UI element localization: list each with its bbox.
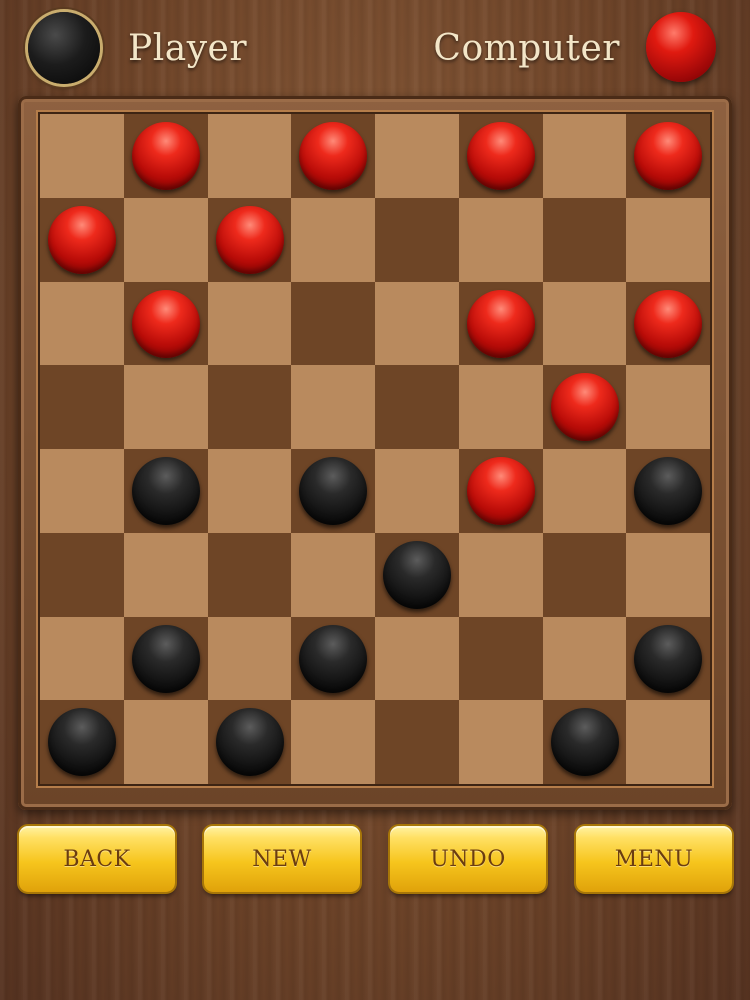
board-square <box>123 532 208 617</box>
board-square[interactable] <box>123 616 208 701</box>
board-square <box>291 365 375 449</box>
board-square <box>291 532 375 617</box>
red-checker-piece <box>131 122 200 190</box>
board-square[interactable] <box>375 365 459 449</box>
board-square[interactable] <box>375 197 459 282</box>
board-square <box>626 532 710 617</box>
player-disc-indicator <box>28 12 100 84</box>
board-square <box>291 700 375 784</box>
checkers-board <box>40 114 710 784</box>
board-square <box>626 197 710 282</box>
board-square <box>207 449 292 533</box>
board-square <box>458 700 543 784</box>
red-checker-piece <box>131 289 200 358</box>
black-checker-piece[interactable] <box>299 624 368 693</box>
black-checker-piece[interactable] <box>634 624 703 693</box>
board-square[interactable] <box>291 281 375 366</box>
board-square <box>207 114 292 198</box>
board-square <box>542 616 627 701</box>
board-square[interactable] <box>291 616 375 701</box>
black-checker-piece[interactable] <box>383 540 451 609</box>
board-square <box>123 700 208 784</box>
board-square <box>40 114 124 198</box>
board-square[interactable] <box>123 281 208 366</box>
board-square[interactable] <box>626 281 710 366</box>
red-checker-piece <box>466 289 535 358</box>
computer-disc-indicator <box>646 12 716 82</box>
black-checker-piece[interactable] <box>131 624 200 693</box>
board-square[interactable] <box>40 365 124 449</box>
board-square <box>542 281 627 366</box>
red-checker-piece <box>466 122 535 190</box>
board-square[interactable] <box>207 532 292 617</box>
board-square[interactable] <box>40 532 124 617</box>
computer-label: Computer <box>433 28 620 69</box>
red-checker-piece <box>48 205 116 274</box>
board-square <box>291 197 375 282</box>
board-square <box>375 616 459 701</box>
board-square[interactable] <box>542 532 627 617</box>
player-label: Player <box>128 28 248 69</box>
board-square[interactable] <box>542 197 627 282</box>
board-frame <box>18 96 732 810</box>
control-bar: BACK NEW UNDO MENU <box>0 826 750 898</box>
board-square <box>207 281 292 366</box>
black-checker-piece[interactable] <box>215 708 284 777</box>
board-square <box>123 365 208 449</box>
player-bar: Player Computer <box>0 0 750 98</box>
back-button[interactable]: BACK <box>19 826 175 892</box>
menu-button[interactable]: MENU <box>576 826 732 892</box>
board-square <box>123 197 208 282</box>
board-square[interactable] <box>542 700 627 784</box>
board-square[interactable] <box>207 365 292 449</box>
board-square[interactable] <box>375 532 459 617</box>
board-square[interactable] <box>375 700 459 784</box>
board-square <box>40 281 124 366</box>
board-square[interactable] <box>291 114 375 198</box>
board-square[interactable] <box>291 449 375 533</box>
red-checker-piece <box>634 122 703 190</box>
red-checker-piece <box>215 205 284 274</box>
black-checker-piece[interactable] <box>48 708 116 777</box>
board-square[interactable] <box>458 616 543 701</box>
red-checker-piece <box>550 373 619 442</box>
board-square[interactable] <box>458 114 543 198</box>
black-checker-piece[interactable] <box>634 457 703 525</box>
undo-button[interactable]: UNDO <box>390 826 546 892</box>
board-square[interactable] <box>123 449 208 533</box>
board-square <box>458 532 543 617</box>
board-square <box>375 449 459 533</box>
board-square[interactable] <box>123 114 208 198</box>
black-checker-piece[interactable] <box>299 457 368 525</box>
board-square[interactable] <box>458 449 543 533</box>
red-checker-piece <box>634 289 703 358</box>
board-square <box>542 449 627 533</box>
board-square[interactable] <box>626 449 710 533</box>
board-square <box>626 700 710 784</box>
board-square[interactable] <box>40 700 124 784</box>
board-square <box>626 365 710 449</box>
board-square[interactable] <box>207 197 292 282</box>
board-square[interactable] <box>542 365 627 449</box>
board-square[interactable] <box>626 616 710 701</box>
board-square <box>542 114 627 198</box>
new-game-button[interactable]: NEW <box>204 826 360 892</box>
board-square <box>207 616 292 701</box>
board-square[interactable] <box>40 197 124 282</box>
board-square <box>375 114 459 198</box>
board-square <box>40 449 124 533</box>
board-square <box>458 365 543 449</box>
black-checker-piece[interactable] <box>550 708 619 777</box>
board-square <box>40 616 124 701</box>
board-square[interactable] <box>458 281 543 366</box>
board-square[interactable] <box>207 700 292 784</box>
red-checker-piece <box>466 457 535 525</box>
board-square <box>375 281 459 366</box>
board-square[interactable] <box>626 114 710 198</box>
black-checker-piece[interactable] <box>131 457 200 525</box>
red-checker-piece <box>299 122 368 190</box>
board-square <box>458 197 543 282</box>
